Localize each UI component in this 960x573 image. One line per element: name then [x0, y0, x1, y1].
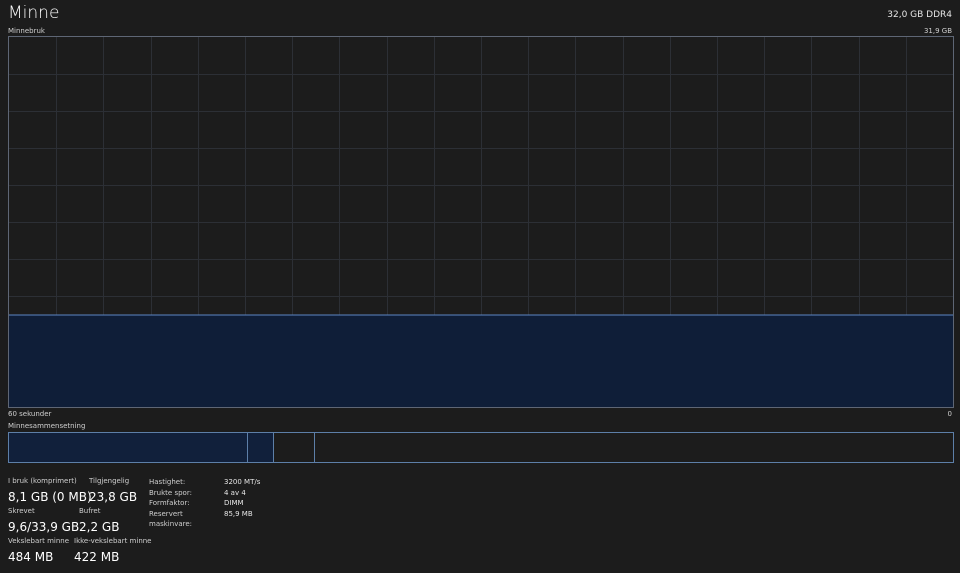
- composition-standby-segment: [274, 433, 315, 462]
- stat-paged-pool-label: Vekslebart minne: [8, 537, 70, 545]
- stat-paged-pool-value: 484 MB: [8, 550, 54, 564]
- detail-value: 4 av 4: [224, 488, 246, 497]
- stat-non-paged-pool: Ikke-vekslebart minne 422 MB: [74, 537, 152, 565]
- detail-key: Formfaktor:: [149, 499, 190, 507]
- detail-row-form-factor: Formfaktor: DIMM: [149, 498, 260, 509]
- stat-cached-label: Bufret: [79, 507, 101, 515]
- memory-composition-bar: [8, 432, 954, 463]
- memory-usage-chart: [9, 37, 953, 407]
- stat-paged-pool: Vekslebart minne 484 MB: [8, 537, 69, 565]
- memory-usage-graph: [8, 36, 954, 408]
- detail-value: DIMM: [224, 499, 244, 507]
- stat-committed-label: Skrevet: [8, 507, 35, 515]
- detail-row-slots: Brukte spor: 4 av 4: [149, 488, 260, 499]
- composition-in-use-segment: [9, 433, 248, 462]
- composition-free-segment: [315, 433, 953, 462]
- stat-committed-value: 9,6/33,9 GB: [8, 520, 80, 534]
- composition-label: Minnesammensetning: [8, 422, 86, 430]
- stat-available: Tilgjengelig 23,8 GB: [89, 477, 137, 505]
- memory-panel: Minne 32,0 GB DDR4 Minnebruk 31,9 GB 60 …: [0, 0, 960, 573]
- stat-non-paged-pool-value: 422 MB: [74, 550, 120, 564]
- stat-committed: Skrevet 9,6/33,9 GB: [8, 507, 79, 535]
- hardware-details: Hastighet: 3200 MT/s Brukte spor: 4 av 4…: [149, 477, 260, 529]
- composition-modified-segment: [248, 433, 274, 462]
- memory-spec: 32,0 GB DDR4: [887, 10, 952, 20]
- detail-key: Hastighet:: [149, 478, 186, 486]
- detail-value: 3200 MT/s: [224, 478, 261, 486]
- graph-usage-area: [9, 314, 953, 407]
- stat-cached: Bufret 2,2 GB: [79, 507, 119, 535]
- stat-cached-value: 2,2 GB: [79, 520, 120, 534]
- graph-max-label: 31,9 GB: [923, 27, 952, 35]
- stat-available-value: 23,8 GB: [89, 490, 138, 504]
- stat-in-use-label: I bruk (komprimert): [8, 477, 77, 485]
- detail-row-reserved: Reservert maskinvare: 85,9 MB: [149, 509, 260, 529]
- stat-in-use-value: 8,1 GB (0 MB): [8, 490, 92, 504]
- stat-in-use: I bruk (komprimert) 8,1 GB (0 MB): [8, 477, 92, 505]
- page-title: Minne: [8, 3, 60, 23]
- stat-non-paged-pool-label: Ikke-vekslebart minne: [74, 537, 152, 545]
- stat-available-label: Tilgjengelig: [89, 477, 130, 485]
- graph-time-right: 0: [947, 410, 952, 418]
- graph-label: Minnebruk: [8, 27, 45, 35]
- graph-time-left: 60 sekunder: [8, 410, 52, 418]
- detail-key: Reservert maskinvare:: [149, 509, 193, 529]
- detail-value: 85,9 MB: [224, 509, 253, 518]
- detail-row-speed: Hastighet: 3200 MT/s: [149, 477, 260, 488]
- detail-key: Brukte spor:: [149, 488, 192, 497]
